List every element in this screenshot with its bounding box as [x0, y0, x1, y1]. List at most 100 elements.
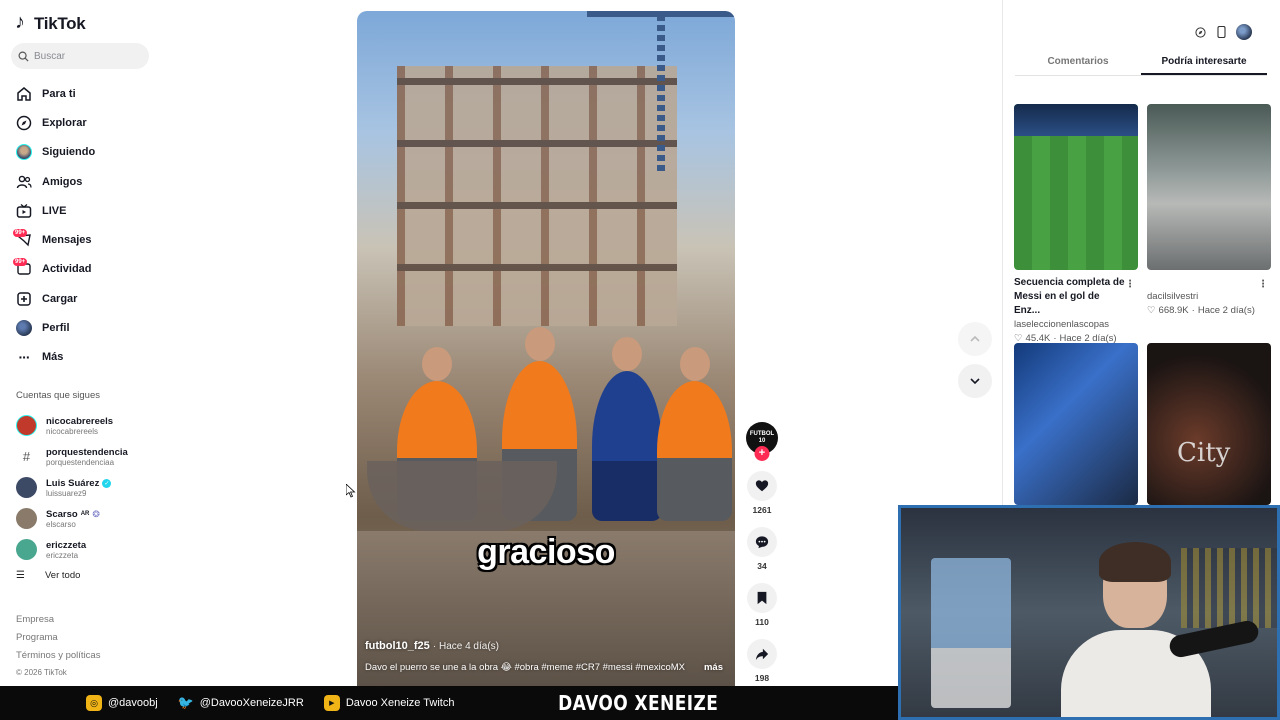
footer-link-empresa[interactable]: Empresa: [16, 614, 100, 632]
search-input[interactable]: [34, 50, 134, 62]
video-scene-wheelbarrow: [367, 461, 557, 531]
nav-para-ti[interactable]: Para ti: [16, 79, 95, 108]
video-thumbnail[interactable]: [1147, 104, 1271, 270]
video-thumbnail[interactable]: [1014, 104, 1138, 270]
video-author[interactable]: futbol10_f25: [365, 640, 430, 652]
following-list: nicocabrereels nicocabrereels # porquest…: [16, 410, 128, 565]
footer-link-programa[interactable]: Programa: [16, 632, 100, 650]
card-title-row: ⋮: [1147, 276, 1271, 290]
more-dots-icon: ···: [18, 349, 31, 366]
share-button[interactable]: [747, 639, 777, 669]
card-meta: ♡ 668.9K · Hace 2 día(s): [1147, 305, 1271, 316]
like-count: 1261: [752, 505, 772, 515]
chevron-up-icon: [970, 335, 980, 342]
nav-mas[interactable]: ··· Más: [16, 343, 95, 372]
search-box[interactable]: [11, 43, 149, 69]
webcam-overlay: [898, 505, 1280, 720]
description-more-button[interactable]: más: [704, 662, 723, 673]
footer-link-terminos[interactable]: Términos y políticas: [16, 650, 100, 668]
sidebar-footer: Empresa Programa Términos y políticas © …: [16, 614, 100, 686]
comment-count: 34: [757, 561, 767, 571]
card-user[interactable]: laseleccionenlascopas: [1014, 319, 1138, 330]
account-handle: nicocabrereels: [46, 426, 99, 436]
stream-bar: ◎ @davoobj 🐦 @DavooXeneizeJRR ▶ Davoo Xe…: [0, 686, 898, 720]
messages-badge: 99+: [13, 229, 28, 238]
activity-icon: 99+: [13, 258, 32, 277]
account-avatar: [16, 415, 37, 436]
share-arrow-icon: [755, 648, 769, 661]
nav-label: Perfil: [42, 322, 70, 335]
video-scene-building: [397, 66, 677, 326]
nav-label: Mensajes: [42, 234, 92, 247]
instagram-text: @davoobj: [108, 697, 158, 709]
nav-live[interactable]: LIVE: [16, 196, 95, 225]
video-scene-worker: [657, 347, 732, 521]
account-handle: porquestendenciaa: [46, 457, 115, 467]
user-avatar[interactable]: [1236, 24, 1252, 40]
tab-comentarios[interactable]: Comentarios: [1015, 50, 1141, 75]
nav-label: Actividad: [42, 263, 92, 276]
following-account[interactable]: Luis Suárez ✓ luissuarez9: [16, 472, 128, 503]
compass-small-icon[interactable]: [1194, 26, 1206, 38]
following-section-title: Cuentas que sigues: [16, 390, 100, 401]
next-video-button[interactable]: [958, 364, 992, 398]
save-button[interactable]: [747, 583, 777, 613]
list-icon: ☰: [16, 570, 25, 581]
recommended-card[interactable]: [1147, 343, 1271, 505]
video-thumbnail[interactable]: [1014, 343, 1138, 505]
stream-brand: DAVOO XENEIZE: [558, 691, 719, 715]
nav-label: Para ti: [42, 87, 76, 100]
account-name: porquestendencia: [46, 446, 128, 458]
video-scene-worker: [592, 337, 662, 521]
upload-plus-icon: [16, 291, 32, 307]
creator-avatar[interactable]: FUTBOL 10 +: [746, 422, 778, 461]
video-thumbnail[interactable]: [1147, 343, 1271, 505]
recommended-card[interactable]: ⋮ dacilsilvestri ♡ 668.9K · Hace 2 día(s…: [1147, 104, 1271, 316]
card-user[interactable]: dacilsilvestri: [1147, 291, 1271, 302]
nav-label: Explorar: [42, 116, 87, 129]
nav-label: LIVE: [42, 204, 67, 217]
following-account[interactable]: Scarso AR ❂ elscarso: [16, 503, 128, 534]
tab-podria-interesarte[interactable]: Podría interesarte: [1141, 50, 1267, 75]
globe-icon: ❂: [92, 508, 100, 519]
nav-explorar[interactable]: Explorar: [16, 108, 95, 137]
account-avatar: [16, 508, 37, 529]
kebab-menu-icon[interactable]: ⋮: [1125, 278, 1135, 292]
sidebar: TikTok Para ti Explorar Siguiendo Amigos…: [0, 0, 160, 686]
view-all-link[interactable]: ☰ Ver todo: [16, 570, 80, 581]
phone-icon[interactable]: [1215, 26, 1227, 38]
nav-mensajes[interactable]: 99+ Mensajes: [13, 225, 95, 254]
instagram-handle: ◎ @davoobj: [86, 695, 158, 711]
recommended-card[interactable]: Secuencia completa de Messi en el gol de…: [1014, 104, 1138, 344]
account-name-row: Luis Suárez ✓: [46, 478, 112, 489]
twitter-bird-icon: 🐦: [177, 695, 194, 710]
copyright: © 2026 TikTok: [16, 668, 67, 677]
video-description: Davo el puerro se une a la obra 😂 #obra …: [365, 662, 685, 673]
card-meta-separator: ·: [1191, 305, 1195, 316]
following-account[interactable]: # porquestendencia porquestendenciaa: [16, 441, 128, 472]
nav-cargar[interactable]: Cargar: [16, 284, 95, 313]
card-time: Hace 2 día(s): [1197, 305, 1255, 316]
card-likes: 668.9K: [1158, 305, 1189, 316]
like-button[interactable]: [747, 471, 777, 501]
nav-siguiendo[interactable]: Siguiendo: [16, 138, 95, 167]
video-author-row[interactable]: futbol10_f25 · Hace 4 día(s): [365, 640, 499, 652]
following-account[interactable]: nicocabrereels nicocabrereels: [16, 410, 128, 441]
recommended-card[interactable]: [1014, 343, 1138, 505]
card-title: Secuencia completa de Messi en el gol de…: [1014, 277, 1125, 316]
tiktok-logo[interactable]: TikTok: [15, 11, 86, 34]
video-player[interactable]: gracioso futbol10_f25 · Hace 4 día(s) Da…: [357, 11, 735, 686]
comment-button[interactable]: [747, 527, 777, 557]
kebab-menu-icon[interactable]: ⋮: [1258, 278, 1268, 292]
account-avatar: [16, 477, 37, 498]
twitter-handle: 🐦 @DavooXeneizeJRR: [178, 695, 304, 711]
app-name: TikTok: [34, 14, 86, 33]
nav-amigos[interactable]: Amigos: [16, 167, 95, 196]
follow-plus-button[interactable]: +: [754, 446, 770, 461]
nav-label: Siguiendo: [42, 146, 96, 159]
previous-video-button[interactable]: [958, 322, 992, 356]
nav-actividad[interactable]: 99+ Actividad: [13, 255, 95, 284]
nav-perfil[interactable]: Perfil: [16, 313, 95, 342]
view-all-label: Ver todo: [45, 570, 81, 581]
following-account[interactable]: ericzzeta ericzzeta: [16, 534, 128, 565]
